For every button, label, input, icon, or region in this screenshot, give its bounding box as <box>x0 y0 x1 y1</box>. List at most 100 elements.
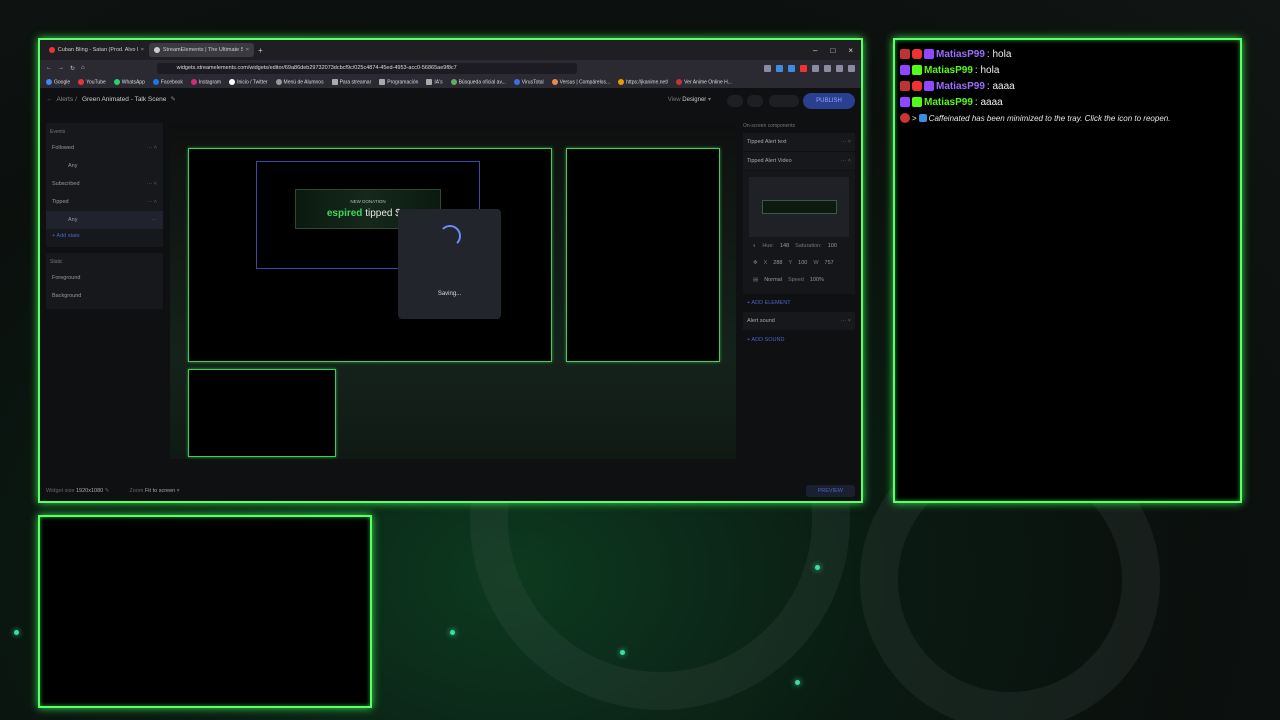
bookmark-folder[interactable]: Para streamar <box>331 78 371 85</box>
static-header: Static <box>50 259 63 265</box>
widget-size[interactable]: Widget size 1920x1080 ✎ <box>46 488 109 494</box>
maximize-button[interactable]: □ <box>830 46 835 55</box>
extension-icon[interactable] <box>764 64 771 72</box>
chat-message: MatiasP99 : hola <box>900 62 1235 78</box>
bookmark-google[interactable]: Google <box>46 78 71 86</box>
youtube-icon <box>49 47 55 53</box>
component-alert-text[interactable]: Tipped Alert text ··· ˅ <box>743 133 855 151</box>
bookmark-twitter[interactable]: Inicio / Twitter <box>229 78 268 85</box>
w-value: 757 <box>824 259 834 266</box>
events-header: Events <box>50 129 66 135</box>
close-window-button[interactable]: × <box>848 46 853 55</box>
bookmark-virustotal[interactable]: VirusTotal <box>513 78 544 85</box>
extension-icon[interactable] <box>836 64 843 72</box>
event-subscribed[interactable]: Subscribed ··· ˅ <box>46 175 163 193</box>
background-particle <box>620 650 625 655</box>
editor-canvas[interactable]: NEW DONATION espired tipped $1! Saving..… <box>170 123 736 459</box>
bookmark-jkanime[interactable]: https://jkanime.net/ <box>618 78 668 85</box>
bookmark-folder[interactable]: Programación <box>379 78 418 85</box>
bookmark-folder[interactable]: IA's <box>426 78 443 85</box>
instagram-icon <box>190 78 197 85</box>
bookmark-versus[interactable]: Versus | Compárelos... <box>551 78 610 85</box>
close-tab-icon[interactable]: × <box>141 47 144 53</box>
component-label: Tipped Alert text <box>747 139 787 145</box>
options-icon[interactable]: ··· ˅ <box>841 318 851 324</box>
breadcrumb-separator: / <box>75 95 77 103</box>
reload-icon[interactable]: ↻ <box>70 65 75 72</box>
save-button[interactable] <box>769 95 799 107</box>
new-tab-button[interactable]: + <box>258 46 263 55</box>
publish-button[interactable]: PUBLISH <box>803 93 855 109</box>
view-label: View <box>667 97 681 103</box>
bookmark-anime[interactable]: Ver Anime Online H... <box>676 78 732 85</box>
video-thumbnail[interactable] <box>749 177 849 237</box>
address-bar[interactable]: widgets.streamelements.com/widgets/edito… <box>156 62 577 74</box>
position-props[interactable]: ✥ X 288 Y 100 W 757 <box>749 254 849 271</box>
static-foreground[interactable]: Foreground <box>46 269 163 287</box>
hue-value: 148 <box>779 242 790 249</box>
bookmark-label: Google <box>54 79 71 86</box>
chat-username: MatiasP99 <box>924 96 973 108</box>
bookmark-facebook[interactable]: Facebook <box>152 78 183 85</box>
options-icon[interactable]: ··· ˄ <box>841 158 851 164</box>
preview-button[interactable]: PREVIEW <box>805 485 855 497</box>
add-element-button[interactable]: + ADD ELEMENT <box>743 294 855 312</box>
bookmark-instagram[interactable]: Instagram <box>190 78 221 85</box>
back-icon[interactable]: ← <box>46 65 52 71</box>
extension-icon[interactable] <box>824 64 831 72</box>
events-box: Events Followed ··· ˄ Any Subscribed ··· ˅… <box>46 123 163 247</box>
playback-props[interactable]: ▤ Normal Speed 100% <box>749 271 849 288</box>
alert-sound-row[interactable]: Alert sound ··· ˅ <box>743 312 855 330</box>
options-icon[interactable]: ··· ˅ <box>147 181 157 187</box>
add-sound-button[interactable]: + ADD SOUND <box>743 331 855 349</box>
edit-pencil-icon[interactable]: ✎ <box>170 95 175 103</box>
undo-button[interactable] <box>727 95 743 107</box>
home-icon[interactable]: ⌂ <box>81 65 85 71</box>
event-followed-any[interactable]: Any <box>46 157 163 175</box>
saving-dialog: Saving... <box>398 209 501 319</box>
bookmark-youtube[interactable]: YouTube <box>78 78 106 85</box>
component-alert-video[interactable]: Tipped Alert Video ··· ˄ <box>743 152 855 170</box>
options-icon[interactable]: ··· <box>152 217 158 223</box>
chat-text: : aaaa <box>974 96 1003 108</box>
event-followed[interactable]: Followed ··· ˄ <box>46 139 163 157</box>
close-tab-icon[interactable]: × <box>246 47 249 53</box>
url-text: widgets.streamelements.com/widgets/edito… <box>176 65 457 71</box>
color-props[interactable]: ◐ Hue: 148 Saturation: 100 <box>749 237 849 254</box>
static-background[interactable]: Background <box>46 287 163 305</box>
anime-icon <box>676 78 683 85</box>
y-value: 100 <box>798 259 808 266</box>
breadcrumb-alerts[interactable]: Alerts <box>57 96 74 103</box>
extension-icon[interactable] <box>800 64 807 72</box>
view-selector[interactable]: View Designer ▾ <box>668 96 711 103</box>
options-icon[interactable]: ··· ˄ <box>147 199 157 205</box>
bookmark-whatsapp[interactable]: WhatsApp <box>113 78 145 85</box>
tab-streamelements[interactable]: StreamElements | The Ultimate S × <box>149 43 254 57</box>
options-icon[interactable]: ··· ˄ <box>147 145 157 151</box>
event-tipped-any[interactable]: Any ··· <box>46 211 163 229</box>
extension-icon[interactable] <box>812 64 819 72</box>
add-state-button[interactable]: + Add state <box>46 229 163 243</box>
minimize-button[interactable]: – <box>813 46 817 55</box>
bookmark-item[interactable]: Búsqueda oficial av... <box>450 78 506 85</box>
component-label: Tipped Alert Video <box>747 158 792 164</box>
forward-icon[interactable]: → <box>58 65 64 71</box>
menu-icon[interactable] <box>848 64 855 72</box>
nav-bar: ← → ↻ ⌂ widgets.streamelements.com/widge… <box>40 60 861 76</box>
extension-icon[interactable] <box>788 64 795 72</box>
extension-icon[interactable] <box>776 64 783 72</box>
layers-icon: ▤ <box>753 276 759 283</box>
tab-music[interactable]: Cuban Bling - Satan (Prod. Alvo Locos × <box>44 43 149 57</box>
banner-title: NEW DONATION <box>350 199 386 204</box>
variation-label: Any <box>68 217 78 223</box>
event-tipped[interactable]: Tipped ··· ˄ <box>46 193 163 211</box>
chat-text: : hola <box>974 64 1000 76</box>
zoom-selector[interactable]: Zoom Fit to screen ▾ <box>129 488 179 494</box>
folder-icon <box>379 78 386 85</box>
bookmark-menu-alumnos[interactable]: Menú de Alumnos <box>275 78 324 85</box>
video-badge-icon <box>912 81 922 91</box>
back-arrow-icon[interactable]: ← <box>46 96 53 103</box>
event-label: Followed <box>52 145 75 151</box>
redo-button[interactable] <box>747 95 763 107</box>
options-icon[interactable]: ··· ˅ <box>841 139 851 145</box>
